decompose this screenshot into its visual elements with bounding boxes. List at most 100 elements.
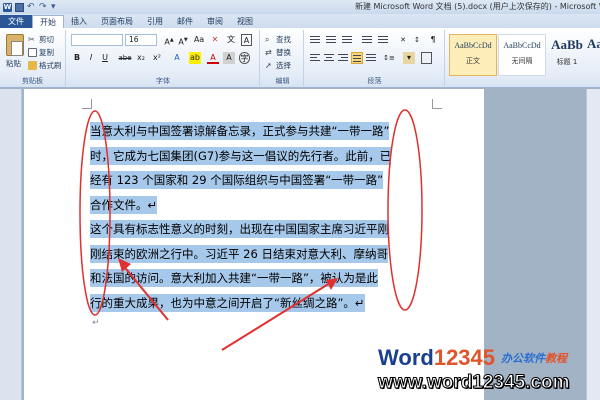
underline-button[interactable]: U bbox=[99, 52, 111, 64]
chinese-layout-icon[interactable]: ✕ bbox=[397, 34, 409, 46]
doc-line: 合作文件。↵ bbox=[90, 193, 410, 218]
subscript-button[interactable]: x₂ bbox=[135, 52, 147, 64]
vertical-ruler bbox=[0, 89, 22, 400]
character-border-icon[interactable]: A bbox=[241, 34, 252, 46]
style-normal-sample: AaBbCcDd bbox=[454, 41, 492, 50]
undo-icon[interactable]: ↶ bbox=[27, 2, 36, 12]
find-button[interactable]: ⌕ 查找 bbox=[265, 34, 291, 45]
shading-icon[interactable]: ▾ bbox=[403, 52, 415, 64]
doc-line: 行的重大成果，也为中意之间开启了“新丝绸之路”。↵ bbox=[90, 291, 410, 316]
format-painter-label: 格式刷 bbox=[39, 61, 62, 70]
distributed-icon[interactable] bbox=[365, 52, 377, 64]
bullets-icon[interactable] bbox=[309, 34, 321, 46]
italic-button[interactable]: I bbox=[85, 52, 97, 64]
doc-line: 刚结束的欧洲之行中。习近平 26 日结束对意大利、摩纳哥 bbox=[90, 242, 410, 267]
doc-line: 这个具有标志性意义的时刻，出现在中国国家主席习近平刚 bbox=[90, 217, 410, 242]
style-heading-1-name: 标题 1 bbox=[556, 58, 578, 66]
cursor-icon: ➚ bbox=[265, 61, 272, 70]
multilevel-list-icon[interactable] bbox=[341, 34, 353, 46]
superscript-button[interactable]: x² bbox=[151, 52, 163, 64]
style-normal-name: 正文 bbox=[466, 57, 480, 65]
select-label: 选择 bbox=[276, 61, 291, 70]
font-color-button[interactable]: A bbox=[207, 52, 219, 64]
watermark-brand-row: Word12345 办公软件教程 bbox=[378, 345, 567, 371]
cut-label: 剪切 bbox=[39, 35, 54, 44]
doc-trailing-paragraph: ↵ bbox=[90, 315, 410, 329]
character-shading-icon[interactable]: A bbox=[223, 52, 235, 64]
text-effects-icon[interactable]: A bbox=[171, 52, 183, 64]
style-normal[interactable]: AaBbCcDd 正文 bbox=[449, 34, 497, 76]
replace-button[interactable]: ⇄ 替换 bbox=[265, 47, 291, 58]
style-heading-1[interactable]: AaBb 标题 1 bbox=[547, 34, 587, 76]
margin-corner-top-left bbox=[82, 99, 92, 109]
font-size-box[interactable]: 16 bbox=[125, 34, 157, 46]
copy-icon bbox=[28, 48, 37, 57]
doc-line: 经有 123 个国家和 29 个国际组织与中国签署“一带一路” bbox=[90, 168, 410, 193]
doc-line-text: 当意大利与中国签署谅解备忘录，正式参与共建“一带一路” bbox=[90, 122, 390, 140]
doc-line-text: 经有 123 个国家和 29 个国际组织与中国签署“一带一路” bbox=[90, 171, 384, 189]
quick-access-toolbar: W ↶ ↷ ▾ bbox=[0, 2, 60, 12]
align-left-icon[interactable] bbox=[309, 52, 321, 64]
align-right-icon[interactable] bbox=[337, 52, 349, 64]
redo-icon[interactable]: ↷ bbox=[39, 2, 48, 12]
customize-qat-icon[interactable]: ▾ bbox=[51, 2, 60, 12]
cut-button[interactable]: ✂ 剪切 bbox=[28, 34, 54, 45]
binoculars-icon: ⌕ bbox=[265, 35, 270, 44]
tab-home[interactable]: 开始 bbox=[32, 15, 64, 28]
ribbon-tabs: 文件 开始 插入 页面布局 引用 邮件 审阅 视图 bbox=[0, 14, 600, 28]
line-spacing-icon[interactable]: ↕≡ bbox=[383, 52, 395, 64]
select-button[interactable]: ➚ 选择 bbox=[265, 60, 291, 71]
paste-button[interactable]: 粘贴 bbox=[6, 58, 21, 69]
numbering-icon[interactable] bbox=[325, 34, 337, 46]
style-heading-1-sample: AaBb bbox=[551, 37, 583, 52]
editing-group-label: 编辑 bbox=[275, 77, 290, 85]
watermark-brand-ord: ord bbox=[398, 345, 434, 370]
brush-icon bbox=[28, 61, 37, 70]
strikethrough-button[interactable]: abe bbox=[117, 52, 133, 64]
tab-file[interactable]: 文件 bbox=[0, 15, 32, 28]
paste-icon[interactable] bbox=[6, 34, 24, 56]
phonetic-guide-icon[interactable]: 文 bbox=[225, 34, 237, 46]
doc-line-text: 这个具有标志性意义的时刻，出现在中国国家主席习近平刚 bbox=[90, 220, 389, 238]
style-heading-2[interactable]: AaB bbox=[587, 34, 600, 76]
enclose-characters-icon[interactable]: 字 bbox=[239, 52, 250, 64]
tab-references[interactable]: 引用 bbox=[140, 15, 170, 28]
watermark-brand-num: 12345 bbox=[433, 345, 496, 370]
justify-icon[interactable] bbox=[351, 52, 363, 64]
tab-review[interactable]: 审阅 bbox=[200, 15, 230, 28]
watermark-brand: Word12345 bbox=[378, 345, 495, 371]
show-marks-icon[interactable]: ¶ bbox=[427, 34, 439, 46]
bold-button[interactable]: B bbox=[71, 52, 83, 64]
paste-label: 粘贴 bbox=[6, 59, 21, 68]
highlight-color-icon[interactable]: ab bbox=[189, 52, 201, 64]
save-icon[interactable] bbox=[15, 2, 24, 12]
borders-icon[interactable] bbox=[421, 52, 432, 64]
paragraph-mark: ↵ bbox=[92, 318, 100, 328]
font-name-box[interactable] bbox=[71, 34, 123, 46]
title-bar: W ↶ ↷ ▾ 新建 Microsoft Word 文档 (5).docx (用… bbox=[0, 0, 600, 14]
tab-view[interactable]: 视图 bbox=[230, 15, 260, 28]
format-painter-button[interactable]: 格式刷 bbox=[28, 60, 62, 71]
doc-line: 和法国的访问。意大利加入共建“一带一路”，被认为是此 bbox=[90, 266, 410, 291]
watermark-brand-w: W bbox=[378, 345, 399, 370]
watermark-subtitle: 办公软件教程 bbox=[501, 350, 567, 366]
style-no-spacing[interactable]: AaBbCcDd 无间隔 bbox=[498, 34, 546, 76]
tab-mailings[interactable]: 邮件 bbox=[170, 15, 200, 28]
sort-icon[interactable]: ↕ bbox=[411, 34, 423, 46]
paragraph-group: ✕ ↕ ¶ ↕≡ ▾ 段落 bbox=[305, 30, 445, 86]
clipboard-group: 粘贴 ✂ 剪切 复制 格式刷 剪贴板 bbox=[0, 30, 66, 86]
decrease-indent-icon[interactable] bbox=[361, 34, 373, 46]
tab-insert[interactable]: 插入 bbox=[64, 15, 94, 28]
grow-font-button[interactable]: A▲ bbox=[163, 34, 175, 47]
shrink-font-button[interactable]: A▼ bbox=[177, 34, 189, 47]
style-heading-2-sample: AaB bbox=[587, 36, 600, 51]
document-body[interactable]: 当意大利与中国签署谅解备忘录，正式参与共建“一带一路” 时，它成为七国集团(G7… bbox=[90, 119, 410, 329]
tab-page-layout[interactable]: 页面布局 bbox=[94, 15, 140, 28]
clear-format-icon[interactable]: ✕ bbox=[209, 34, 221, 46]
copy-button[interactable]: 复制 bbox=[28, 47, 54, 58]
increase-indent-icon[interactable] bbox=[377, 34, 389, 46]
align-center-icon[interactable] bbox=[323, 52, 335, 64]
style-no-spacing-sample: AaBbCcDd bbox=[503, 41, 541, 50]
editing-group: ⌕ 查找 ⇄ 替换 ➚ 选择 编辑 bbox=[262, 30, 304, 86]
change-case-button[interactable]: Aa bbox=[193, 34, 205, 46]
